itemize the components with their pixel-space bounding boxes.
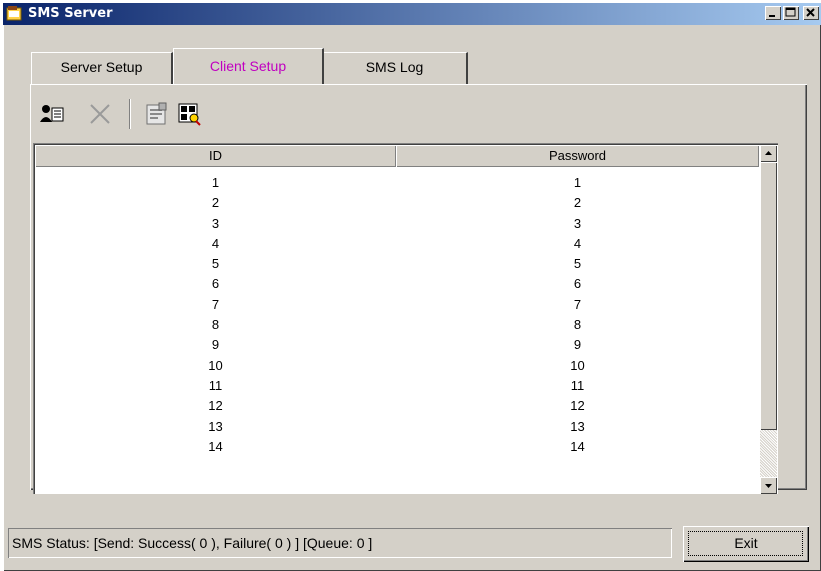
table-row[interactable]: 66 xyxy=(35,274,759,294)
password-cell: 11 xyxy=(570,377,585,393)
column-header-id[interactable]: ID xyxy=(35,145,396,167)
id-cell: 7 xyxy=(211,296,220,312)
table-row[interactable]: 99 xyxy=(35,335,759,355)
id-cell: 9 xyxy=(211,337,220,353)
toolbar-separator xyxy=(129,99,131,129)
arrow-down-icon xyxy=(765,484,772,488)
exit-button[interactable]: Exit xyxy=(683,526,809,562)
password-cell: 12 xyxy=(570,398,585,414)
id-cell: 8 xyxy=(211,317,220,333)
app-icon xyxy=(6,6,22,21)
client-table[interactable]: ID Password 11 22 33 44 55 66 77 88 99 1… xyxy=(33,143,778,494)
password-cell: 3 xyxy=(573,215,582,231)
id-cell: 11 xyxy=(208,377,223,393)
table-row[interactable]: 14 14 xyxy=(35,437,759,457)
password-cell: 8 xyxy=(573,317,582,333)
password-cell: 4 xyxy=(573,235,582,251)
minimize-button[interactable] xyxy=(765,6,781,20)
window-title: SMS Server xyxy=(28,6,113,21)
id-cell: 5 xyxy=(211,256,220,272)
close-icon xyxy=(806,8,815,17)
table-row[interactable]: 13 13 xyxy=(35,417,759,437)
table-row[interactable]: 11 xyxy=(35,173,759,193)
id-cell: 4 xyxy=(211,235,220,251)
scroll-thumb[interactable] xyxy=(760,162,777,430)
title-bar[interactable]: SMS Server xyxy=(3,3,821,25)
table-header: ID Password xyxy=(35,145,759,167)
id-cell: 1 xyxy=(211,175,220,190)
scroll-down-button[interactable] xyxy=(760,477,777,494)
id-cell: 2 xyxy=(211,195,220,211)
password-cell: 5 xyxy=(573,256,582,272)
password-cell: 7 xyxy=(573,296,582,312)
scroll-up-button[interactable] xyxy=(760,145,777,162)
password-cell: 14 xyxy=(570,438,585,454)
properties-icon[interactable] xyxy=(144,102,168,126)
password-cell: 9 xyxy=(573,337,582,353)
search-icon[interactable] xyxy=(177,102,201,126)
password-cell: 6 xyxy=(573,276,582,292)
table-row[interactable]: 10 10 xyxy=(35,356,759,376)
password-cell: 2 xyxy=(573,195,582,211)
id-cell: 10 xyxy=(208,357,223,373)
id-cell: 3 xyxy=(211,215,220,231)
table-body: 11 22 33 44 55 66 77 88 99 10 10 11 11 12 1… xyxy=(35,173,759,457)
minimize-icon xyxy=(769,15,775,17)
vertical-scrollbar[interactable] xyxy=(760,145,777,494)
scroll-track[interactable] xyxy=(760,430,777,477)
column-header-password[interactable]: Password xyxy=(396,145,759,167)
tab-server-setup[interactable]: Server Setup xyxy=(31,52,173,84)
maximize-icon xyxy=(785,7,796,17)
table-row[interactable]: 33 xyxy=(35,214,759,234)
delete-icon[interactable] xyxy=(88,102,112,126)
status-bar: SMS Status: [Send: Success( 0 ), Failure… xyxy=(8,528,672,558)
close-button[interactable] xyxy=(803,6,819,20)
tab-client-setup[interactable]: Client Setup xyxy=(173,48,324,84)
password-cell: 1 xyxy=(573,175,582,190)
maximize-button[interactable] xyxy=(783,6,799,20)
password-cell: 10 xyxy=(570,357,585,373)
table-row[interactable]: 55 xyxy=(35,254,759,274)
password-cell: 13 xyxy=(570,418,585,434)
table-row[interactable]: 22 xyxy=(35,193,759,213)
table-row[interactable]: 12 12 xyxy=(35,396,759,416)
table-row[interactable]: 88 xyxy=(35,315,759,335)
add-user-icon[interactable] xyxy=(40,102,64,126)
id-cell: 6 xyxy=(211,276,220,292)
id-cell: 13 xyxy=(208,418,223,434)
table-row[interactable]: 44 xyxy=(35,234,759,254)
id-cell: 14 xyxy=(208,438,223,454)
focus-rectangle xyxy=(688,531,803,556)
id-cell: 12 xyxy=(208,398,223,414)
table-row[interactable]: 11 11 xyxy=(35,376,759,396)
tab-sms-log[interactable]: SMS Log xyxy=(322,52,468,84)
table-row[interactable]: 77 xyxy=(35,295,759,315)
arrow-up-icon xyxy=(765,151,772,155)
